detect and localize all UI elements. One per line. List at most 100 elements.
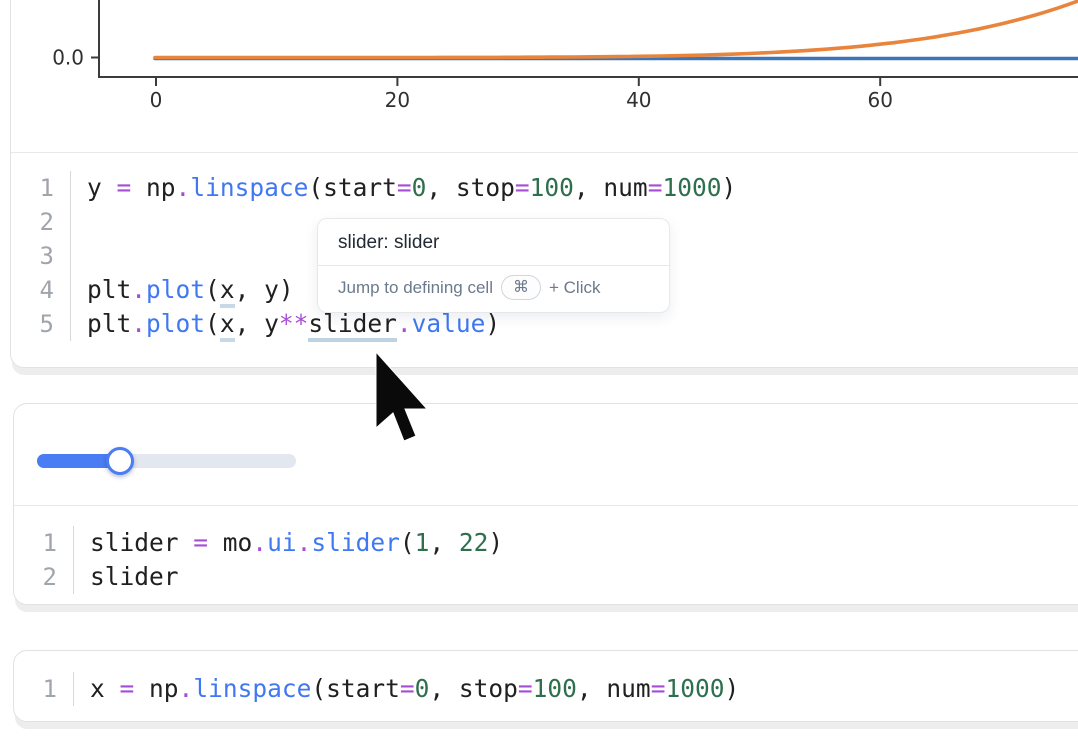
code-token: slider: [311, 528, 400, 557]
code-token: mo: [208, 528, 252, 557]
cell-x-definition: 1x = np.linspace(start=0, stop=100, num=…: [13, 650, 1078, 722]
code-token: ,: [429, 528, 459, 557]
code-token: 100: [533, 674, 577, 703]
code-token: ): [721, 173, 736, 202]
code-token: =: [518, 674, 533, 703]
code-token: x: [220, 309, 235, 342]
code-token: linspace: [190, 173, 308, 202]
code-token: .: [397, 309, 412, 338]
code-token: value: [412, 309, 486, 338]
line-number: 1: [14, 526, 74, 560]
code-token: .: [252, 528, 267, 557]
code-token: =: [193, 528, 208, 557]
code-token: ): [485, 309, 500, 338]
line-number: 1: [11, 171, 71, 205]
code-token: =: [117, 173, 132, 202]
code-editor-slider[interactable]: 1slider = mo.ui.slider(1, 22)2slider: [14, 506, 1078, 604]
code-token: plot: [146, 309, 205, 338]
code-token: =: [400, 674, 415, 703]
line-number: 3: [11, 239, 71, 273]
tooltip-action-label: Jump to defining cell: [338, 278, 493, 298]
code-token: ui: [267, 528, 297, 557]
code-token: slider: [90, 528, 193, 557]
code-token: 1: [415, 528, 430, 557]
tooltip-hint: Jump to defining cell ⌘ + Click: [318, 266, 669, 300]
code-token: linspace: [193, 674, 311, 703]
code-token: np: [134, 674, 178, 703]
line-number: 2: [14, 560, 74, 594]
code-token: ): [724, 674, 739, 703]
variable-tooltip: slider: slider Jump to defining cell ⌘ +…: [317, 218, 670, 313]
code-line: 1slider = mo.ui.slider(1, 22): [14, 526, 1078, 560]
code-token: , stop: [426, 173, 515, 202]
code-text: plt.plot(x, y): [71, 273, 294, 307]
code-token: , stop: [429, 674, 518, 703]
code-token: =: [120, 674, 135, 703]
code-text: slider = mo.ui.slider(1, 22): [74, 526, 503, 560]
code-text: x = np.linspace(start=0, stop=100, num=1…: [74, 672, 739, 706]
cell-slider: 1slider = mo.ui.slider(1, 22)2slider: [13, 403, 1078, 605]
line-number: 2: [11, 205, 71, 239]
code-token: .: [176, 173, 191, 202]
tooltip-suffix: + Click: [549, 278, 600, 298]
code-token: 0: [412, 173, 427, 202]
code-token: 100: [530, 173, 574, 202]
slider-track[interactable]: [37, 454, 296, 468]
svg-text:0: 0: [150, 88, 163, 112]
code-token: plt: [87, 275, 131, 304]
code-token: ): [488, 528, 503, 557]
svg-text:40: 40: [626, 88, 651, 112]
code-token: slider: [90, 562, 179, 591]
code-line: 1y = np.linspace(start=0, stop=100, num=…: [11, 171, 1078, 205]
notebook-page: 0.00204060 1y = np.linspace(start=0, sto…: [0, 0, 1078, 746]
code-token: .: [131, 309, 146, 338]
code-token: (: [205, 309, 220, 338]
code-token: **: [279, 309, 309, 338]
code-token: =: [397, 173, 412, 202]
code-token: slider: [308, 309, 397, 342]
code-text: slider: [74, 560, 179, 594]
code-token: .: [179, 674, 194, 703]
code-token: y: [87, 173, 117, 202]
code-token: , y): [235, 275, 294, 304]
code-token: .: [297, 528, 312, 557]
code-text: y = np.linspace(start=0, stop=100, num=1…: [71, 171, 736, 205]
line-chart: 0.0 0 20 40 60: [0, 0, 1078, 153]
svg-text:0.0: 0.0: [52, 46, 84, 70]
code-token: x: [90, 674, 120, 703]
code-line: 1x = np.linspace(start=0, stop=100, num=…: [14, 672, 1078, 706]
code-editor-x[interactable]: 1x = np.linspace(start=0, stop=100, num=…: [14, 651, 1078, 720]
svg-text:60: 60: [867, 88, 892, 112]
code-token: =: [648, 173, 663, 202]
line-number: 1: [14, 672, 74, 706]
code-line: 2 slider: [14, 560, 1078, 594]
code-token: .: [131, 275, 146, 304]
code-token: plot: [146, 275, 205, 304]
code-token: , num: [577, 674, 651, 703]
code-token: (start: [311, 674, 400, 703]
code-text: [71, 239, 87, 273]
code-token: plt: [87, 309, 131, 338]
code-token: x: [220, 275, 235, 308]
code-token: , y: [235, 309, 279, 338]
code-token: 1000: [665, 674, 724, 703]
command-key-icon: ⌘: [501, 275, 541, 300]
code-token: 0: [415, 674, 430, 703]
code-text: [71, 205, 87, 239]
line-number: 4: [11, 273, 71, 307]
line-number: 5: [11, 307, 71, 341]
code-token: (start: [308, 173, 397, 202]
code-token: 1000: [662, 173, 721, 202]
tooltip-title: slider: slider: [318, 219, 669, 266]
code-token: (: [205, 275, 220, 304]
code-token: , num: [574, 173, 648, 202]
slider-output-area: [14, 404, 1078, 506]
code-token: np: [131, 173, 175, 202]
code-token: =: [515, 173, 530, 202]
slider-thumb[interactable]: [106, 447, 134, 475]
code-token: =: [651, 674, 666, 703]
mouse-cursor: [375, 351, 435, 449]
svg-text:20: 20: [385, 88, 410, 112]
code-token: 22: [459, 528, 489, 557]
code-token: (: [400, 528, 415, 557]
